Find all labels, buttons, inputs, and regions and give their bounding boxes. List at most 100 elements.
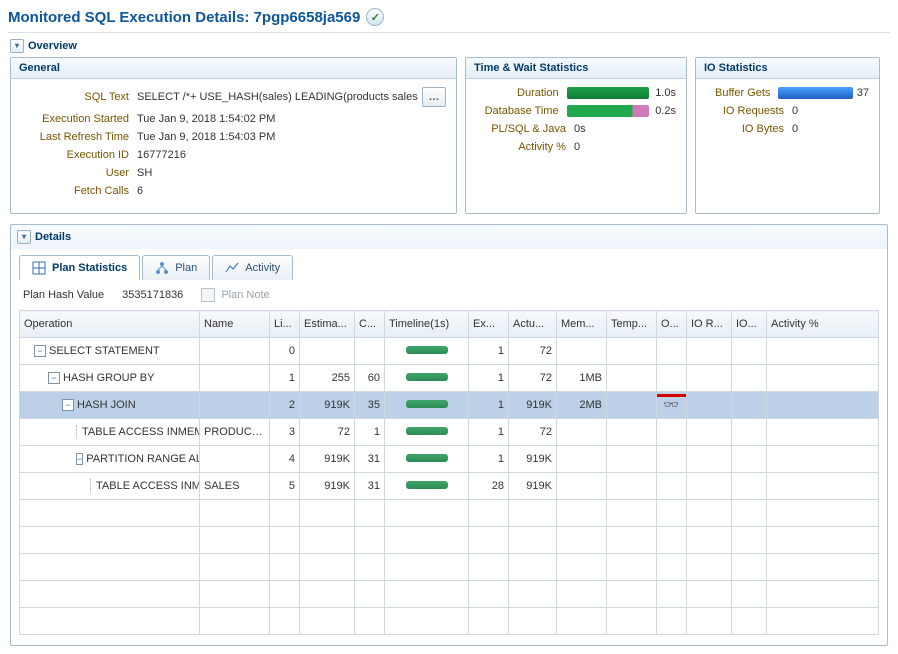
checkbox-icon <box>201 288 215 302</box>
last-refresh-label: Last Refresh Time <box>21 131 137 143</box>
details-header[interactable]: ▾ Details <box>10 224 888 249</box>
cell <box>767 392 879 419</box>
table-row[interactable]: TABLE ACCESS INMEM...PRODUCTS3721172 <box>20 419 879 446</box>
cell: PRODUCTS <box>200 419 270 446</box>
cell: 919K <box>509 392 557 419</box>
plan-table[interactable]: Operation Name Li... Estima... C... Time… <box>19 310 879 635</box>
col-mem[interactable]: Mem... <box>557 311 607 338</box>
col-operation[interactable]: Operation <box>20 311 200 338</box>
cell <box>732 446 767 473</box>
col-o[interactable]: O... <box>657 311 687 338</box>
exec-started-label: Execution Started <box>21 113 137 125</box>
cell <box>607 473 657 500</box>
cell: 919K <box>300 446 355 473</box>
tree-collapse-icon[interactable]: − <box>62 399 74 411</box>
db-time-value: 0.2s <box>655 105 676 117</box>
cell <box>687 473 732 500</box>
tree-collapse-icon[interactable]: − <box>48 372 60 384</box>
cell: 72 <box>300 419 355 446</box>
table-row <box>20 554 879 581</box>
table-row <box>20 608 879 635</box>
cell <box>200 338 270 365</box>
cell: 1 <box>469 392 509 419</box>
table-row[interactable]: −PARTITION RANGE ALL4919K311919K <box>20 446 879 473</box>
fetch-calls-value: 6 <box>137 185 143 197</box>
chart-line-icon <box>225 261 239 275</box>
cell: 31 <box>355 473 385 500</box>
grid-icon <box>32 261 46 275</box>
chevron-down-icon[interactable]: ▾ <box>10 39 24 53</box>
cell: 4 <box>270 446 300 473</box>
cell <box>300 338 355 365</box>
operation-text: PARTITION RANGE ALL <box>86 453 199 465</box>
activity-pct-value: 0 <box>574 141 580 153</box>
binoculars-icon[interactable]: 👓 <box>663 397 679 412</box>
other-cell: 👓 <box>657 392 687 419</box>
exec-started-value: Tue Jan 9, 2018 1:54:02 PM <box>137 113 275 125</box>
overview-label: Overview <box>28 40 77 52</box>
other-cell <box>657 419 687 446</box>
col-li[interactable]: Li... <box>270 311 300 338</box>
cell <box>732 392 767 419</box>
timeline-cell <box>385 338 469 365</box>
col-temp[interactable]: Temp... <box>607 311 657 338</box>
cell <box>607 338 657 365</box>
overview-header[interactable]: ▾ Overview <box>8 33 890 57</box>
last-refresh-value: Tue Jan 9, 2018 1:54:03 PM <box>137 131 275 143</box>
tab-plan-statistics[interactable]: Plan Statistics <box>19 255 140 280</box>
cell: 72 <box>509 419 557 446</box>
table-row[interactable]: −HASH GROUP BY1255601721MB <box>20 365 879 392</box>
cell <box>732 419 767 446</box>
db-time-label: Database Time <box>476 105 567 117</box>
general-panel: General SQL Text SELECT /*+ USE_HASH(sal… <box>10 57 457 214</box>
col-actu[interactable]: Actu... <box>509 311 557 338</box>
activity-pct-label: Activity % <box>476 141 574 153</box>
col-activity[interactable]: Activity % <box>767 311 879 338</box>
buffer-gets-label: Buffer Gets <box>706 87 778 99</box>
tree-icon <box>155 261 169 275</box>
cell <box>767 446 879 473</box>
col-ex[interactable]: Ex... <box>469 311 509 338</box>
tab-activity[interactable]: Activity <box>212 255 293 280</box>
cell: 1 <box>270 365 300 392</box>
sql-text-expand-button[interactable]: … <box>422 87 446 107</box>
tree-collapse-icon[interactable]: − <box>76 453 83 465</box>
cell <box>687 419 732 446</box>
timeline-cell <box>385 419 469 446</box>
details-label: Details <box>35 231 71 243</box>
timeline-bar-icon <box>406 454 448 462</box>
tab-plan[interactable]: Plan <box>142 255 210 280</box>
plan-note-toggle[interactable]: Plan Note <box>201 288 269 302</box>
col-name[interactable]: Name <box>200 311 270 338</box>
fetch-calls-label: Fetch Calls <box>21 185 137 197</box>
cell <box>607 446 657 473</box>
table-row[interactable]: TABLE ACCESS INM...SALES5919K3128919K <box>20 473 879 500</box>
cell: 3 <box>270 419 300 446</box>
cell: 1 <box>469 365 509 392</box>
table-row[interactable]: −HASH JOIN2919K351919K2MB👓 <box>20 392 879 419</box>
col-ior[interactable]: IO R... <box>687 311 732 338</box>
other-cell <box>657 446 687 473</box>
col-timeline[interactable]: Timeline(1s) <box>385 311 469 338</box>
cell: 35 <box>355 392 385 419</box>
col-estim[interactable]: Estima... <box>300 311 355 338</box>
col-io[interactable]: IO... <box>732 311 767 338</box>
io-stats-panel: IO Statistics Buffer Gets 37 IO Requests… <box>695 57 880 214</box>
plan-hash-label: Plan Hash Value <box>23 289 104 301</box>
table-row <box>20 581 879 608</box>
cell: 919K <box>300 473 355 500</box>
operation-text: SELECT STATEMENT <box>49 345 160 357</box>
cell: 72 <box>509 338 557 365</box>
col-c[interactable]: C... <box>355 311 385 338</box>
chevron-down-icon[interactable]: ▾ <box>17 230 31 244</box>
plan-note-label: Plan Note <box>221 289 269 301</box>
tab-plan-statistics-label: Plan Statistics <box>52 262 127 274</box>
status-ok-icon: ✓ <box>366 8 384 26</box>
tree-collapse-icon[interactable]: − <box>34 345 46 357</box>
table-row[interactable]: −SELECT STATEMENT0172 <box>20 338 879 365</box>
cell: 2 <box>270 392 300 419</box>
timeline-cell <box>385 446 469 473</box>
cell <box>607 419 657 446</box>
io-requests-label: IO Requests <box>706 105 792 117</box>
other-cell <box>657 338 687 365</box>
